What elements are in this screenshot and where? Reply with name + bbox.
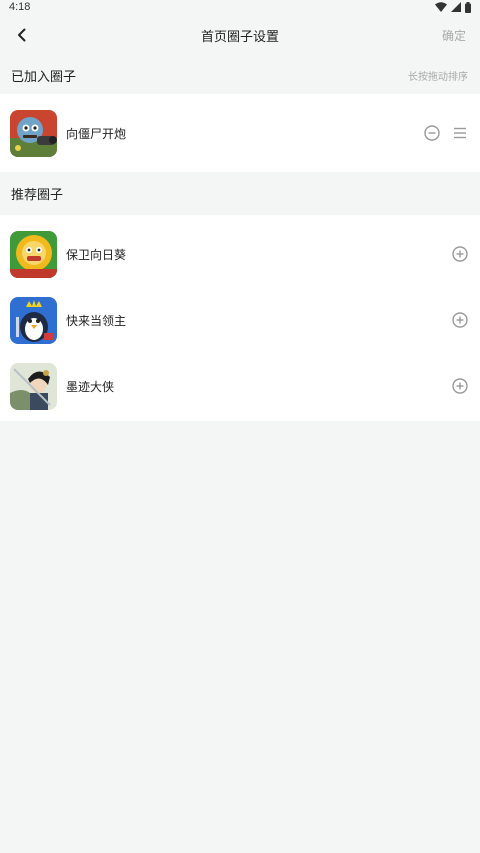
item-name: 向僵尸开炮 [66, 126, 127, 141]
add-circle-icon [452, 246, 468, 262]
battery-icon [465, 1, 471, 13]
sunflower-game-icon [10, 230, 57, 278]
penguin-king-game-icon [10, 296, 57, 344]
add-circle-icon [452, 312, 468, 328]
item-name: 墨迹大侠 [66, 379, 115, 394]
remove-circle-icon [424, 125, 440, 141]
remove-button[interactable] [424, 125, 440, 141]
recommended-section-title: 推荐圈子 [11, 188, 64, 203]
sort-hint: 长按拖动排序 [408, 71, 468, 83]
status-icons [435, 1, 471, 13]
status-bar: 4:18 [0, 0, 480, 14]
list-item[interactable]: 保卫向日葵 [0, 221, 480, 287]
back-button[interactable] [10, 23, 34, 47]
confirm-button[interactable]: 确定 [442, 27, 466, 44]
add-button[interactable] [452, 312, 468, 328]
list-item[interactable]: 墨迹大侠 [0, 353, 480, 419]
list-item[interactable]: 向僵尸开炮 [0, 100, 480, 166]
add-button[interactable] [452, 378, 468, 394]
swordsman-game-icon [10, 362, 57, 410]
item-name: 快来当领主 [66, 313, 127, 328]
page-title: 首页圈子设置 [200, 29, 279, 45]
joined-list: 向僵尸开炮 [0, 94, 480, 172]
recommended-section-header: 推荐圈子 [0, 172, 480, 215]
status-time: 4:18 [9, 1, 31, 13]
zombie-game-icon [10, 109, 57, 157]
nav-bar: 首页圈子设置 确定 [0, 14, 480, 56]
item-name: 保卫向日葵 [66, 247, 127, 262]
joined-section-title: 已加入圈子 [11, 69, 77, 85]
recommended-list: 保卫向日葵 快来当领主 墨迹大侠 [0, 215, 480, 421]
add-button[interactable] [452, 246, 468, 262]
signal-icon [451, 2, 461, 12]
add-circle-icon [452, 378, 468, 394]
wifi-icon [435, 2, 447, 12]
drag-handle[interactable] [452, 125, 468, 141]
item-actions [424, 125, 468, 141]
back-arrow-icon [18, 28, 26, 42]
list-item[interactable]: 快来当领主 [0, 287, 480, 353]
joined-section-header: 已加入圈子 长按拖动排序 [0, 56, 480, 94]
drag-handle-icon [454, 127, 466, 139]
